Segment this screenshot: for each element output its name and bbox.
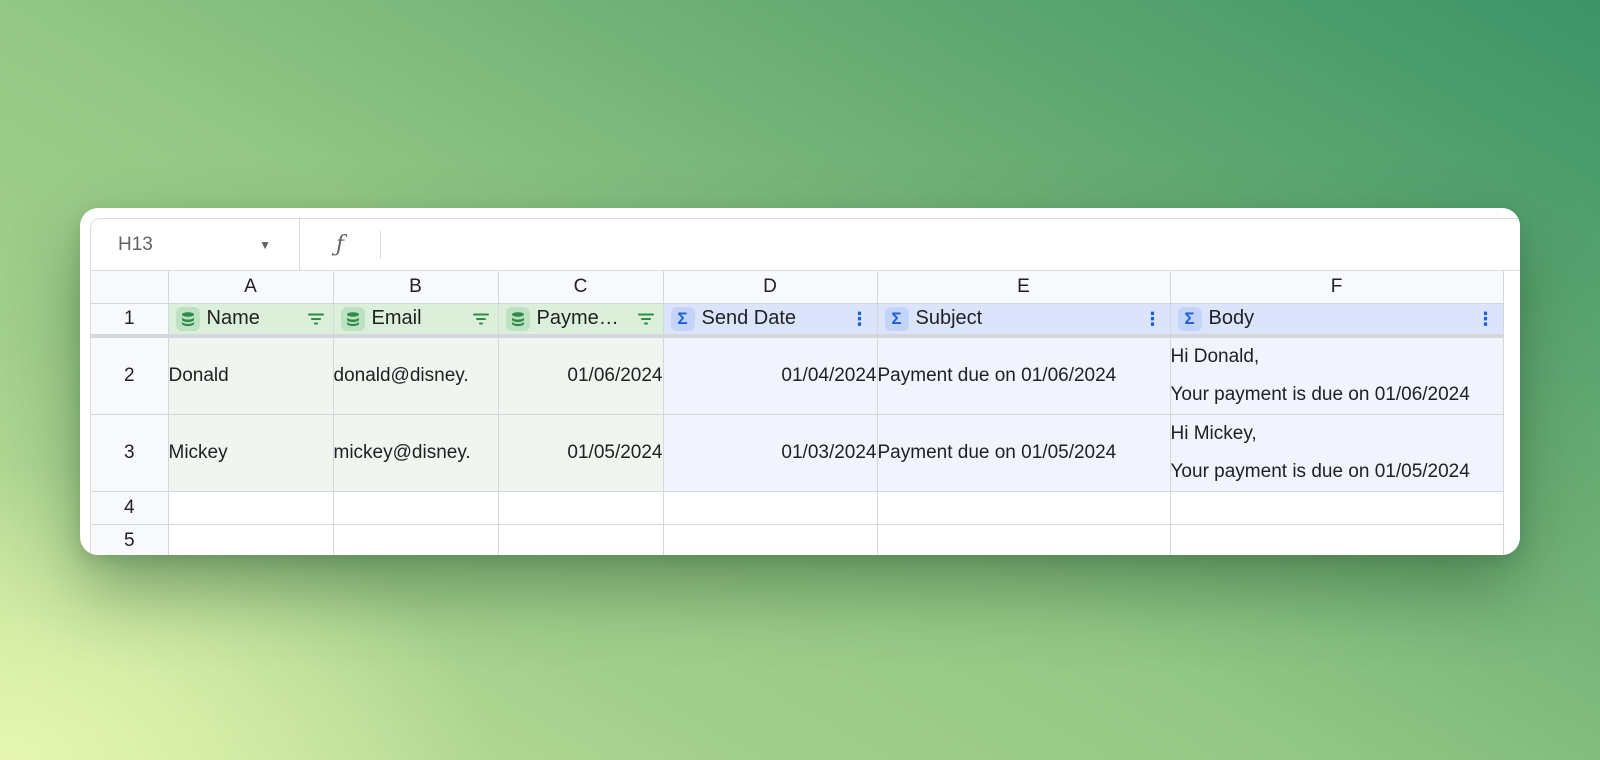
header-cell-body[interactable]: Σ Body ⋮ <box>1170 303 1504 338</box>
cell-a4[interactable] <box>168 491 334 525</box>
row-header-3[interactable]: 3 <box>91 414 169 492</box>
cell-e5[interactable] <box>877 524 1171 555</box>
header-cell-send-date[interactable]: Σ Send Date ⋮ <box>663 303 878 338</box>
cell-a5[interactable] <box>168 524 334 555</box>
header-label: Payme… <box>536 307 619 330</box>
cell-b3[interactable]: mickey@disney. <box>333 414 499 492</box>
more-vertical-icon[interactable]: ⋮ <box>1144 310 1162 328</box>
header-label: Subject <box>915 307 983 330</box>
sigma-icon: Σ <box>1177 306 1202 331</box>
row-header-1[interactable]: 1 <box>91 303 169 338</box>
body-line: Your payment is due on 01/05/2024 <box>1170 461 1470 482</box>
header-label: Email <box>371 307 422 330</box>
column-header-c[interactable]: C <box>498 271 664 304</box>
header-label: Body <box>1208 307 1255 330</box>
cell-b4[interactable] <box>333 491 499 525</box>
cell-b5[interactable] <box>333 524 499 555</box>
header-label: Name <box>206 307 260 330</box>
filter-icon[interactable] <box>307 312 325 326</box>
cell-d5[interactable] <box>663 524 878 555</box>
function-icon: ƒ <box>335 232 345 257</box>
cell-f4[interactable] <box>1170 491 1504 525</box>
more-vertical-icon[interactable]: ⋮ <box>851 310 869 328</box>
formula-input[interactable] <box>381 219 1520 270</box>
database-icon <box>340 306 365 331</box>
column-header-b[interactable]: B <box>333 271 499 304</box>
cell-e2[interactable]: Payment due on 01/06/2024 <box>877 336 1171 415</box>
cell-reference[interactable]: H13 <box>118 234 153 256</box>
cell-a3[interactable]: Mickey <box>168 414 334 492</box>
cell-c5[interactable] <box>498 524 664 555</box>
cell-d2[interactable]: 01/04/2024 <box>663 336 878 415</box>
filter-icon[interactable] <box>637 312 655 326</box>
header-label: Send Date <box>701 307 797 330</box>
body-line: Your payment is due on 01/06/2024 <box>1170 384 1470 405</box>
row-header-5[interactable]: 5 <box>91 524 169 555</box>
header-cell-subject[interactable]: Σ Subject ⋮ <box>877 303 1171 338</box>
spreadsheet: H13 ▼ ƒ A B C D E F 1 Name Email Payme… … <box>90 218 1520 555</box>
cell-d3[interactable]: 01/03/2024 <box>663 414 878 492</box>
grid: A B C D E F 1 Name Email Payme… Σ Send D… <box>91 271 1504 555</box>
body-line: Hi Mickey, <box>1170 423 1257 444</box>
filter-icon[interactable] <box>472 312 490 326</box>
more-vertical-icon[interactable]: ⋮ <box>1477 310 1495 328</box>
select-all-corner[interactable] <box>91 271 169 304</box>
column-header-a[interactable]: A <box>168 271 334 304</box>
table-row: 4 <box>91 491 1504 525</box>
column-header-f[interactable]: F <box>1170 271 1504 304</box>
cell-b2[interactable]: donald@disney. <box>333 336 499 415</box>
header-cell-name[interactable]: Name <box>168 303 334 338</box>
database-icon <box>175 306 200 331</box>
spreadsheet-card: H13 ▼ ƒ A B C D E F 1 Name Email Payme… … <box>80 208 1520 555</box>
column-header-e[interactable]: E <box>877 271 1171 304</box>
table-row: 2 Donald donald@disney. 01/06/2024 01/04… <box>91 336 1504 415</box>
cell-f3[interactable]: Hi Mickey, Your payment is due on 01/05/… <box>1170 414 1504 492</box>
sigma-icon: Σ <box>884 306 909 331</box>
cell-e4[interactable] <box>877 491 1171 525</box>
cell-c2[interactable]: 01/06/2024 <box>498 336 664 415</box>
cell-e3[interactable]: Payment due on 01/05/2024 <box>877 414 1171 492</box>
cell-d4[interactable] <box>663 491 878 525</box>
chevron-down-icon[interactable]: ▼ <box>259 238 271 252</box>
row-header-2[interactable]: 2 <box>91 336 169 415</box>
cell-c4[interactable] <box>498 491 664 525</box>
header-cell-email[interactable]: Email <box>333 303 499 338</box>
database-icon <box>505 306 530 331</box>
name-box[interactable]: H13 ▼ <box>91 219 300 270</box>
row-header-4[interactable]: 4 <box>91 491 169 525</box>
cell-a2[interactable]: Donald <box>168 336 334 415</box>
cell-c3[interactable]: 01/05/2024 <box>498 414 664 492</box>
sigma-icon: Σ <box>670 306 695 331</box>
cell-f5[interactable] <box>1170 524 1504 555</box>
table-row: 3 Mickey mickey@disney. 01/05/2024 01/03… <box>91 414 1504 492</box>
body-line: Hi Donald, <box>1170 346 1260 367</box>
table-row: 5 <box>91 524 1504 555</box>
column-header-d[interactable]: D <box>663 271 878 304</box>
formula-bar: H13 ▼ ƒ <box>91 219 1520 271</box>
header-cell-payment[interactable]: Payme… <box>498 303 664 338</box>
cell-f2[interactable]: Hi Donald, Your payment is due on 01/06/… <box>1170 336 1504 415</box>
